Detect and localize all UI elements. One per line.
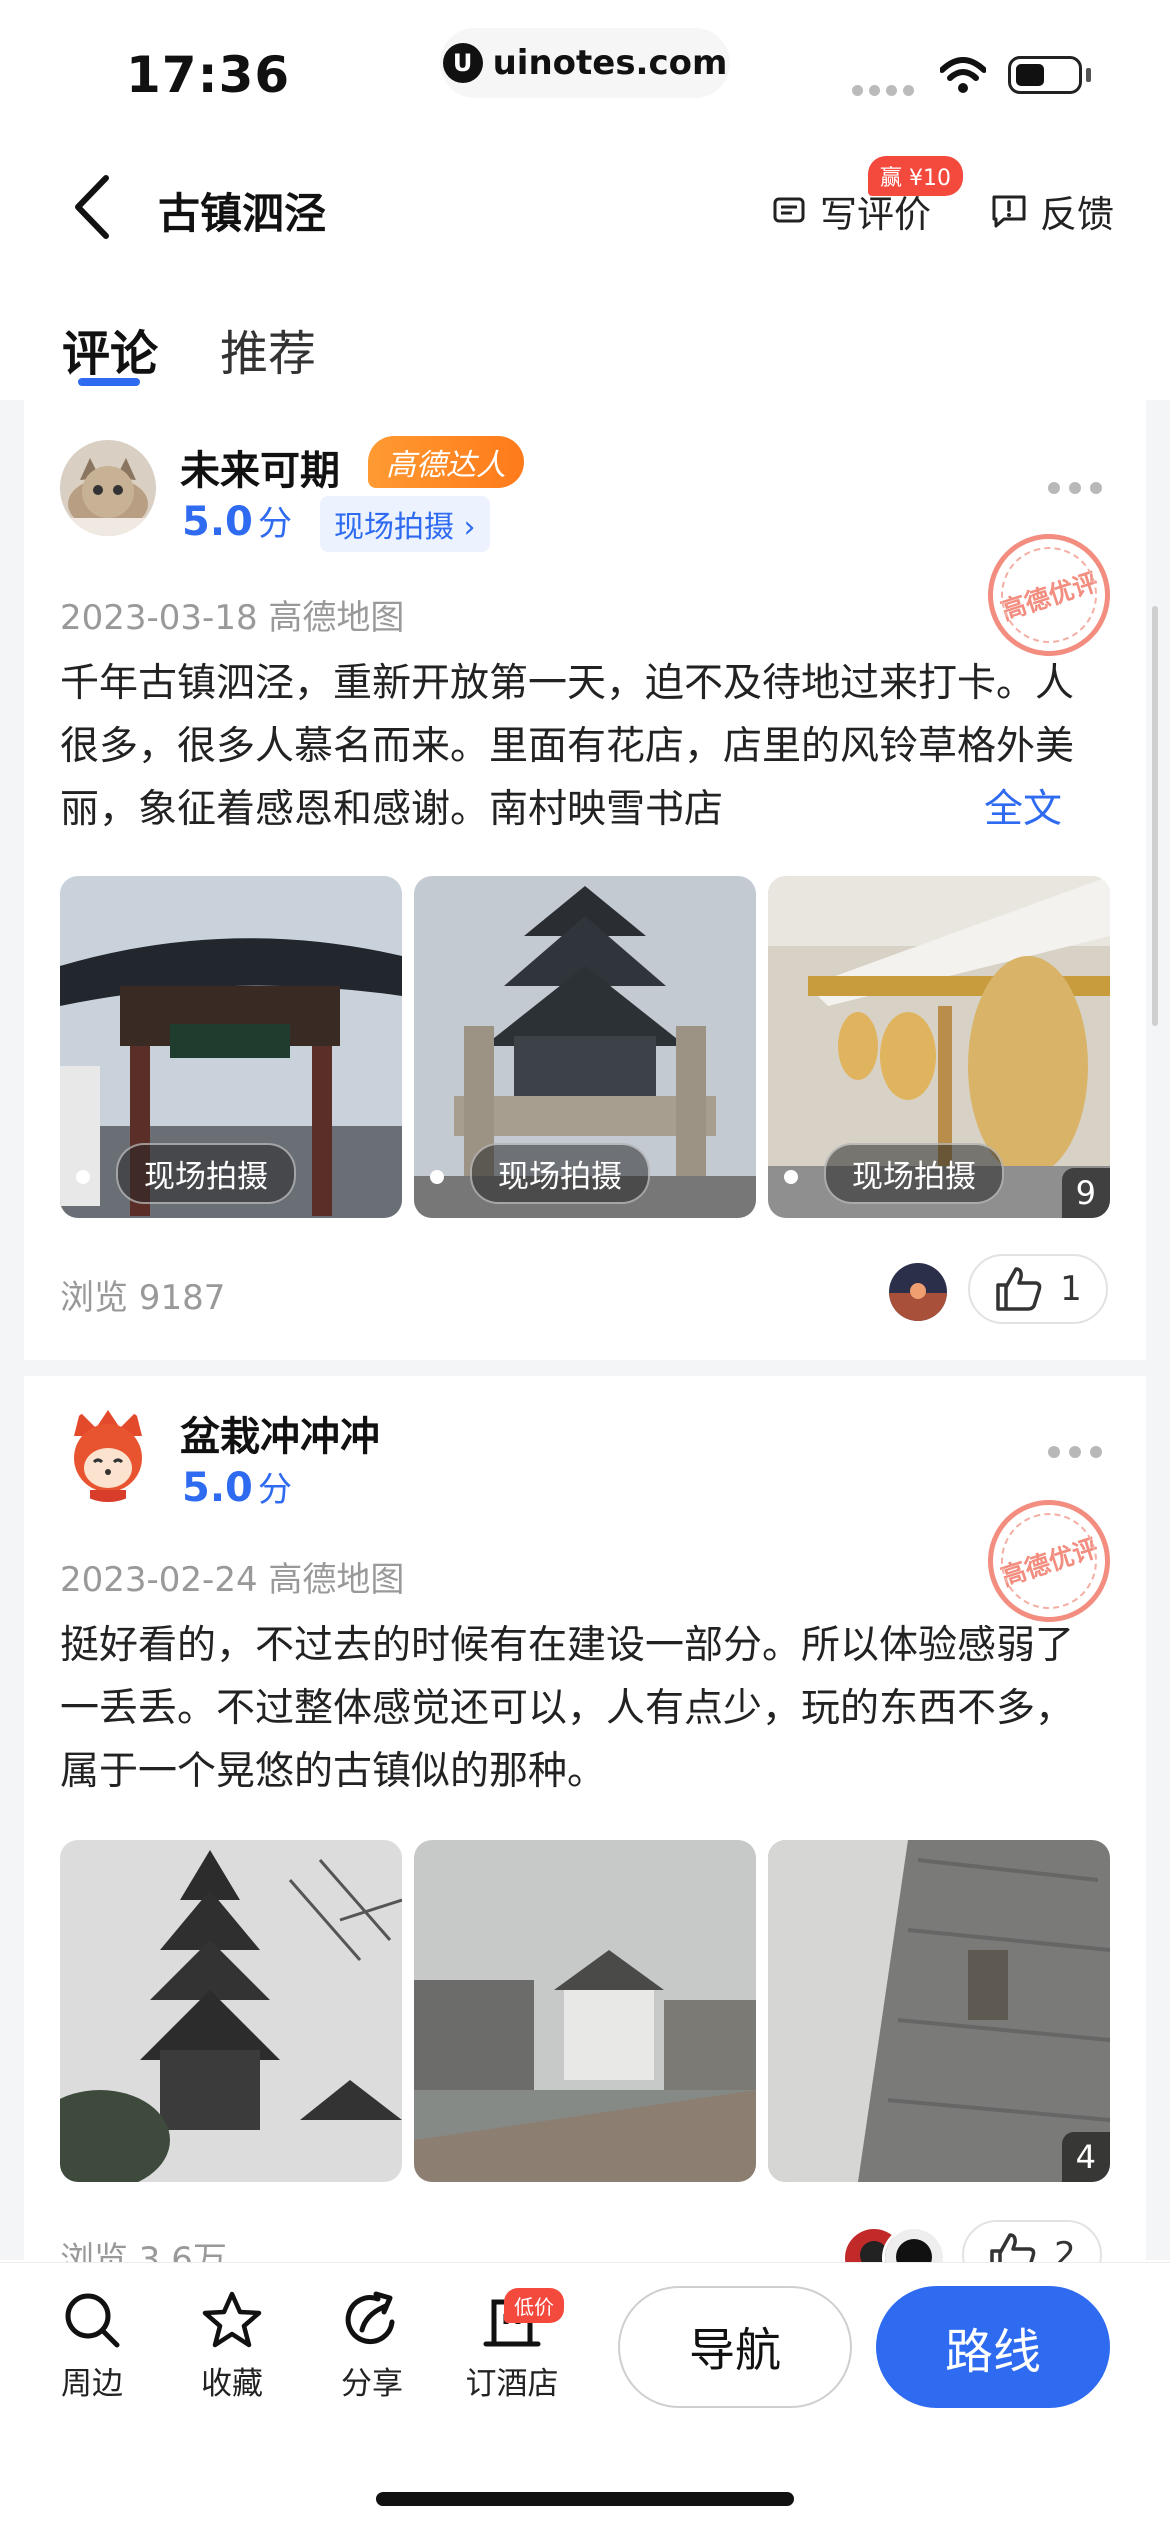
- rating: 5.0 分: [182, 496, 292, 545]
- active-tab-indicator: [78, 378, 140, 386]
- review-photo[interactable]: 现场拍摄 9: [768, 876, 1110, 1218]
- review-card: 未来可期 高德达人 5.0 分 现场拍摄 › 高德优评 2023-03-18 高…: [24, 400, 1146, 1360]
- nearby-button[interactable]: 周边: [32, 2290, 152, 2403]
- book-hotel-label: 订酒店: [465, 2366, 559, 2402]
- like-count: 1: [1060, 1269, 1082, 1309]
- scrollbar[interactable]: [1152, 606, 1158, 1026]
- username[interactable]: 盆栽冲冲冲: [180, 1404, 380, 1462]
- star-icon: [202, 2291, 262, 2348]
- avatar[interactable]: [60, 1406, 156, 1502]
- wifi-icon: [940, 57, 986, 93]
- route-button[interactable]: 路线: [876, 2286, 1110, 2408]
- share-button[interactable]: 分享: [312, 2290, 432, 2403]
- battery-tip: [1086, 68, 1091, 82]
- url-text: uinotes.com: [492, 43, 728, 83]
- photo-onsite-tag: 现场拍摄: [470, 1143, 650, 1204]
- home-indicator[interactable]: [376, 2492, 794, 2506]
- review-photo[interactable]: [414, 1840, 756, 2182]
- navigate-button[interactable]: 导航: [618, 2286, 852, 2408]
- review-photo[interactable]: 4: [768, 1840, 1110, 2182]
- rating: 5.0 分: [182, 1462, 292, 1511]
- cellular-signal-icon: [852, 85, 914, 96]
- review-photo[interactable]: 现场拍摄: [414, 876, 756, 1218]
- battery-icon: [1008, 56, 1082, 94]
- tab-comments[interactable]: 评论: [62, 314, 158, 384]
- full-text-link[interactable]: 全文: [914, 778, 1063, 834]
- comment-icon: [773, 197, 805, 223]
- more-options-icon[interactable]: [1048, 482, 1102, 494]
- username[interactable]: 未来可期: [180, 438, 340, 496]
- review-card: 盆栽冲冲冲 5.0 分 高德优评 2023-02-24 高德地图 挺好看的，不过…: [24, 1376, 1146, 2290]
- quality-review-stamp: 高德优评: [972, 518, 1126, 672]
- back-arrow-icon[interactable]: [70, 172, 114, 242]
- live-photo-dot: [784, 1170, 798, 1184]
- rating-unit: 分: [257, 504, 292, 544]
- review-text: 挺好看的，不过去的时候有在建设一部分。所以体验感弱了一丢丢。不过整体感觉还可以，…: [60, 1623, 1075, 1794]
- thumbs-up-icon: [996, 1267, 1042, 1311]
- onsite-photo-label: 现场拍摄: [334, 510, 454, 545]
- share-icon: [345, 2291, 395, 2345]
- liker-avatar: [886, 1260, 950, 1324]
- onsite-photo-tag[interactable]: 现场拍摄 ›: [320, 496, 490, 552]
- avatar[interactable]: [60, 440, 156, 536]
- live-photo-dot: [76, 1170, 90, 1184]
- rating-score: 5.0: [182, 1465, 253, 1511]
- photo-onsite-tag: 现场拍摄: [824, 1143, 1004, 1204]
- status-time: 17:36: [126, 46, 291, 104]
- photo-count: 4: [1061, 2132, 1110, 2182]
- favorite-button[interactable]: 收藏: [172, 2290, 292, 2403]
- share-label: 分享: [341, 2366, 403, 2402]
- page-title: 古镇泗泾: [158, 189, 327, 238]
- low-price-badge: 低价: [504, 2288, 564, 2323]
- like-button[interactable]: 1: [968, 1254, 1108, 1324]
- photo-onsite-tag: 现场拍摄: [116, 1143, 296, 1204]
- feedback-icon: [992, 195, 1026, 228]
- review-date-source: 2023-03-18 高德地图: [60, 598, 405, 638]
- live-photo-dot: [430, 1170, 444, 1184]
- search-icon: [65, 2293, 120, 2348]
- view-count: 浏览 9187: [60, 1278, 226, 1318]
- review-photo[interactable]: 现场拍摄: [60, 876, 402, 1218]
- expert-badge: 高德达人: [368, 436, 524, 488]
- feedback-label: 反馈: [1040, 193, 1114, 236]
- url-pill[interactable]: U uinotes.com: [440, 28, 730, 98]
- more-options-icon[interactable]: [1048, 1446, 1102, 1458]
- review-date-source: 2023-02-24 高德地图: [60, 1560, 405, 1600]
- photo-count: 9: [1061, 1168, 1110, 1218]
- review-photo[interactable]: [60, 1840, 402, 2182]
- nearby-label: 周边: [61, 2366, 123, 2402]
- favorite-label: 收藏: [201, 2366, 263, 2402]
- chevron-right-icon: ›: [463, 510, 476, 545]
- site-logo-icon: U: [442, 43, 483, 83]
- feedback-button[interactable]: 反馈: [990, 184, 1114, 238]
- tab-recommend[interactable]: 推荐: [220, 314, 316, 384]
- review-reward-badge: 赢 ¥10: [868, 156, 963, 196]
- rating-unit: 分: [257, 1470, 292, 1510]
- rating-score: 5.0: [182, 499, 253, 545]
